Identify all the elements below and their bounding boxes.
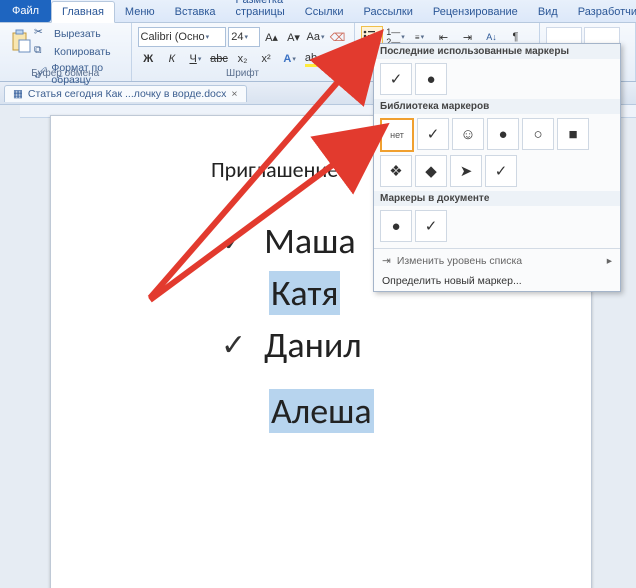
bullet-smiley-option[interactable]: ☺ xyxy=(452,118,484,150)
underline-icon: Ч xyxy=(189,53,196,65)
word-doc-icon: ▦ xyxy=(13,88,23,100)
dd-doc-title: Маркеры в документе xyxy=(374,191,620,206)
list-item-text: Алеша xyxy=(269,389,374,433)
multilevel-icon: ≡ xyxy=(415,33,420,42)
text-effects-button[interactable]: A▾ xyxy=(279,48,301,70)
tab-menu[interactable]: Меню xyxy=(115,2,165,22)
group-font: Calibri (Осно▾ 24▾ A▴ A▾ Aa▾ ⌫ Ж К Ч▾ ab… xyxy=(132,23,355,81)
list-item: Алеша xyxy=(221,389,591,433)
cut-label: Вырезать xyxy=(54,28,101,40)
list-item: ✓ Данил xyxy=(221,323,591,367)
bullet-check2-option[interactable]: ✓ xyxy=(485,155,517,187)
submenu-arrow-icon: ▸ xyxy=(607,255,612,267)
strike-icon: abc xyxy=(210,53,228,65)
italic-button[interactable]: К xyxy=(161,48,183,70)
shrink-font-button[interactable]: A▾ xyxy=(284,26,304,48)
highlight-button[interactable]: ab▾ xyxy=(302,48,324,70)
copy-button[interactable]: ⧉ Копировать xyxy=(34,44,125,60)
change-case-button[interactable]: Aa▾ xyxy=(306,26,326,48)
paste-icon xyxy=(10,28,26,44)
tab-view[interactable]: Вид xyxy=(528,2,568,22)
bullet-diamond-option[interactable]: ◆ xyxy=(415,155,447,187)
define-new-bullet-item[interactable]: Определить новый маркер... xyxy=(374,271,620,291)
bullet-check-option[interactable]: ✓ xyxy=(415,210,447,242)
tab-home[interactable]: Главная xyxy=(51,1,115,23)
grow-font-button[interactable]: A▴ xyxy=(262,26,282,48)
list-item-text: Маша xyxy=(264,219,356,263)
tab-developer[interactable]: Разработчик xyxy=(568,2,636,22)
tab-insert[interactable]: Вставка xyxy=(165,2,226,22)
copy-icon: ⧉ xyxy=(34,44,50,60)
subscript-button[interactable]: x₂ xyxy=(232,48,254,70)
cut-button[interactable]: ✂ Вырезать xyxy=(34,26,125,42)
sort-icon: A↓ xyxy=(486,32,497,42)
bold-button[interactable]: Ж xyxy=(138,48,160,70)
tab-file[interactable]: Файл xyxy=(0,0,51,22)
clear-format-button[interactable]: ⌫ xyxy=(328,26,348,48)
font-color-button[interactable]: A▾ xyxy=(326,48,348,70)
scissors-icon: ✂ xyxy=(34,26,50,42)
underline-button[interactable]: Ч▾ xyxy=(185,48,207,70)
font-name-select[interactable]: Calibri (Осно▾ xyxy=(138,27,227,47)
pilcrow-icon: ¶ xyxy=(513,31,519,43)
grow-font-icon: A▴ xyxy=(265,31,278,44)
bullets-dropdown: Последние использованные маркеры ✓ ● Биб… xyxy=(373,43,621,292)
bullet-circle-option[interactable]: ○ xyxy=(522,118,554,150)
font-size-select[interactable]: 24▾ xyxy=(228,27,259,47)
tab-references[interactable]: Ссылки xyxy=(295,2,354,22)
highlight-icon: ab xyxy=(305,52,317,67)
change-case-icon: Aa xyxy=(307,31,320,43)
bullet-arrow-option[interactable]: ➤ xyxy=(450,155,482,187)
eraser-icon: ⌫ xyxy=(330,31,346,44)
close-tab-button[interactable]: × xyxy=(231,88,237,100)
superscript-button[interactable]: x² xyxy=(255,48,277,70)
bullet-disc-option[interactable]: ● xyxy=(380,210,412,242)
bullet-none-option[interactable]: нет xyxy=(380,118,414,152)
bullet-square-option[interactable]: ■ xyxy=(557,118,589,150)
tab-review[interactable]: Рецензирование xyxy=(423,2,528,22)
group-font-title: Шрифт xyxy=(132,68,354,79)
dd-recent-title: Последние использованные маркеры xyxy=(374,44,620,59)
paste-button[interactable] xyxy=(6,26,30,68)
bullet-check-option[interactable]: ✓ xyxy=(417,118,449,150)
indent-icon: ⇥ xyxy=(382,255,391,267)
checkmark-icon: ✓ xyxy=(221,223,246,260)
checkmark-icon: ✓ xyxy=(221,327,246,364)
document-tab-label: Статья сегодня Как ...лочку в ворде.docx xyxy=(28,88,226,100)
list-item-text: Данил xyxy=(264,323,362,367)
bullet-disc-option[interactable]: ● xyxy=(487,118,519,150)
text-effects-icon: A xyxy=(283,53,291,65)
bullet-4diamond-option[interactable]: ❖ xyxy=(380,155,412,187)
tab-mailings[interactable]: Рассылки xyxy=(353,2,422,22)
decrease-indent-icon: ⇤ xyxy=(439,31,448,44)
document-tab[interactable]: ▦ Статья сегодня Как ...лочку в ворде.do… xyxy=(4,85,247,102)
strike-button[interactable]: abc xyxy=(208,48,230,70)
increase-indent-icon: ⇥ xyxy=(463,31,472,44)
ribbon-tabs: Файл Главная Меню Вставка Разметка стран… xyxy=(0,0,636,23)
font-color-icon: A xyxy=(331,52,338,67)
bullet-disc-option[interactable]: ● xyxy=(415,63,447,95)
bullet-check-option[interactable]: ✓ xyxy=(380,63,412,95)
copy-label: Копировать xyxy=(54,46,111,58)
superscript-icon: x² xyxy=(262,53,271,65)
group-clipboard-title: Буфер обмена xyxy=(0,68,131,79)
shrink-font-icon: A▾ xyxy=(287,31,300,44)
subscript-icon: x₂ xyxy=(238,53,248,65)
list-item-text: Катя xyxy=(269,271,340,315)
tab-page-layout[interactable]: Разметка страницы xyxy=(226,0,295,22)
italic-icon: К xyxy=(169,53,175,65)
group-clipboard: ✂ Вырезать ⧉ Копировать 🖌 Формат по обра… xyxy=(0,23,132,81)
dd-library-title: Библиотека маркеров xyxy=(374,99,620,114)
change-list-level-item: ⇥ Изменить уровень списка ▸ xyxy=(374,251,620,271)
bold-icon: Ж xyxy=(143,53,153,65)
